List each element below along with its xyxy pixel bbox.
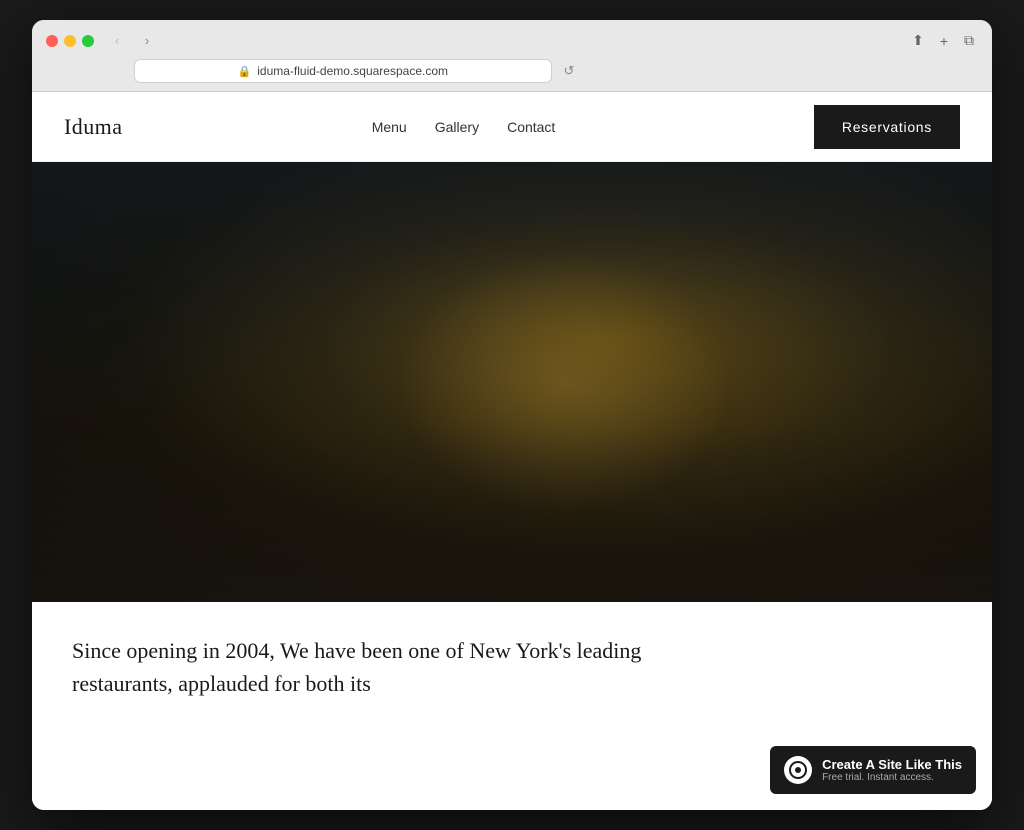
url-text: iduma-fluid-demo.squarespace.com (257, 64, 448, 78)
glow-overlay (397, 250, 733, 514)
reload-button[interactable]: ↺ (560, 61, 579, 81)
tabs-button[interactable]: ⧉ (960, 30, 978, 51)
traffic-light-yellow[interactable] (64, 35, 76, 47)
address-bar-row: 🔒 iduma-fluid-demo.squarespace.com ↺ (46, 59, 978, 83)
nav-link-menu[interactable]: Menu (372, 119, 407, 135)
nav-links: Menu Gallery Contact (252, 119, 556, 135)
squarespace-badge-title: Create A Site Like This (822, 757, 962, 772)
site-nav: Iduma Menu Gallery Contact Reservations (32, 92, 992, 162)
squarespace-badge-subtitle: Free trial. Instant access. (822, 772, 962, 783)
traffic-lights (46, 35, 94, 47)
traffic-light-red[interactable] (46, 35, 58, 47)
hero-image (32, 162, 992, 602)
nav-link-gallery[interactable]: Gallery (435, 119, 479, 135)
reservations-button[interactable]: Reservations (814, 105, 960, 149)
reload-icon: ↺ (564, 63, 575, 78)
squarespace-text-block: Create A Site Like This Free trial. Inst… (822, 757, 962, 783)
traffic-light-green[interactable] (82, 35, 94, 47)
body-text-section: Since opening in 2004, We have been one … (32, 602, 992, 720)
website: Iduma Menu Gallery Contact Reservations (32, 92, 992, 810)
back-icon: ‹ (115, 33, 119, 48)
forward-button[interactable]: › (134, 31, 160, 51)
squarespace-logo (784, 756, 812, 784)
squarespace-badge[interactable]: Create A Site Like This Free trial. Inst… (770, 746, 976, 794)
browser-nav-buttons: ‹ › (104, 31, 160, 51)
nav-link-contact[interactable]: Contact (507, 119, 555, 135)
lock-icon: 🔒 (238, 65, 252, 78)
site-logo[interactable]: Iduma (64, 114, 122, 140)
back-button[interactable]: ‹ (104, 31, 130, 51)
new-tab-button[interactable]: + (936, 31, 952, 51)
forward-icon: › (145, 33, 149, 48)
body-text-paragraph: Since opening in 2004, We have been one … (72, 634, 712, 700)
squarespace-logo-inner (789, 761, 807, 779)
browser-window: ‹ › ⬆ + ⧉ 🔒 iduma-fluid-demo.squarespace… (32, 20, 992, 810)
share-button[interactable]: ⬆ (908, 30, 928, 51)
browser-chrome: ‹ › ⬆ + ⧉ 🔒 iduma-fluid-demo.squarespace… (32, 20, 992, 92)
browser-top-row: ‹ › ⬆ + ⧉ (46, 30, 978, 51)
address-bar[interactable]: 🔒 iduma-fluid-demo.squarespace.com (134, 59, 552, 83)
browser-actions: ⬆ + ⧉ (908, 30, 978, 51)
